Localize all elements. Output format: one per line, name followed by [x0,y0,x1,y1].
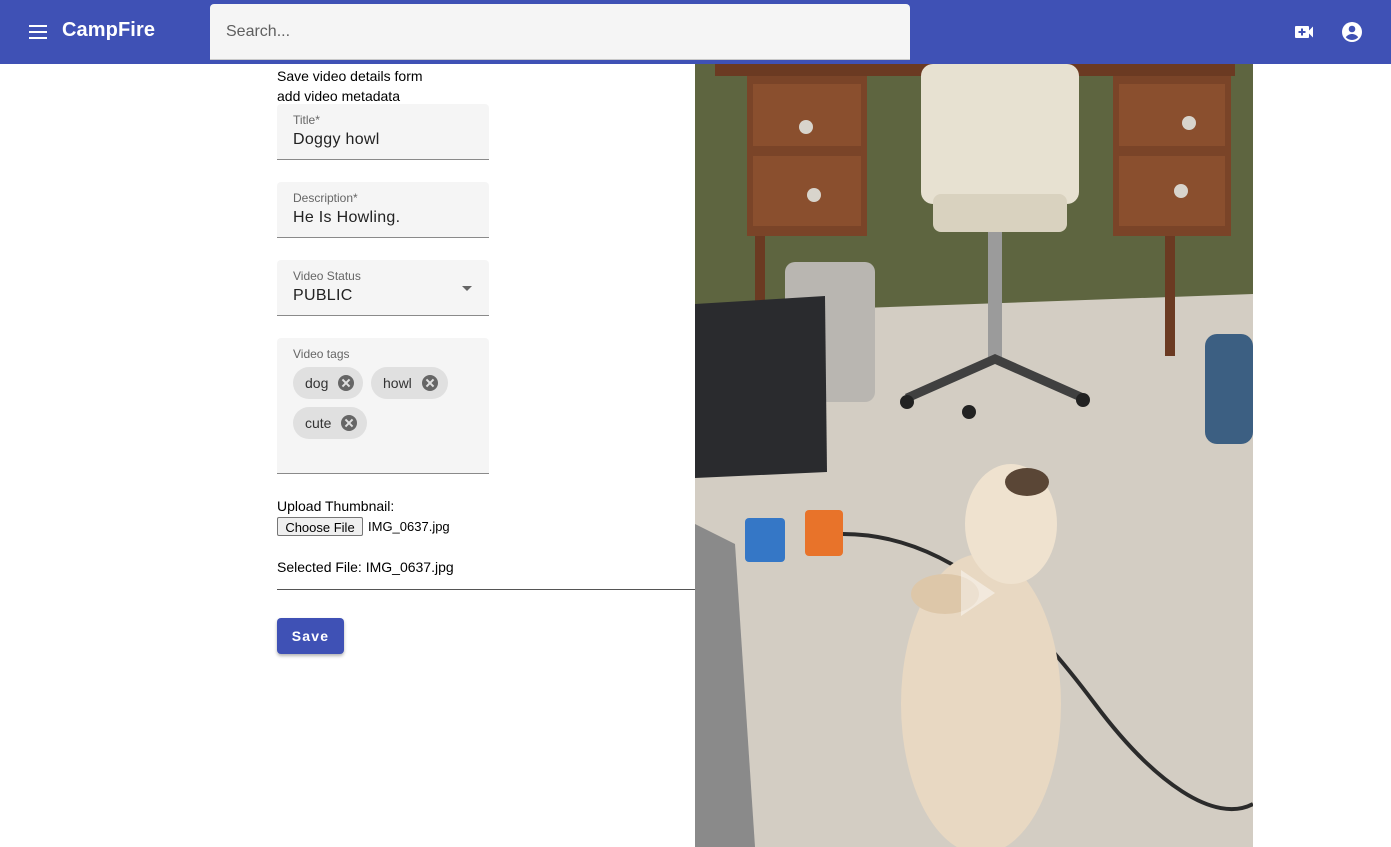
video-status-value[interactable]: PUBLIC [293,287,353,305]
tag-chip-cute[interactable]: cute [293,407,367,439]
app-brand[interactable]: CampFire [62,19,155,42]
description-field[interactable]: Description* He Is Howling. [277,182,489,238]
tag-chip-howl[interactable]: howl [371,367,448,399]
remove-tag-icon[interactable] [421,375,438,391]
upload-thumbnail-label: Upload Thumbnail: [277,498,395,514]
remove-tag-icon[interactable] [338,375,355,391]
video-status-label: Video Status [293,269,361,283]
form-title: Save video details form [277,68,423,84]
app-bar: CampFire [0,0,1391,64]
title-label: Title* [293,113,320,127]
selected-file-text: Selected File: IMG_0637.jpg [277,559,454,575]
tag-chip-label: dog [305,375,329,391]
remove-tag-icon[interactable] [341,415,358,431]
tag-chip-dog[interactable]: dog [293,367,363,399]
menu-icon[interactable] [26,20,50,44]
search-input[interactable] [210,4,910,60]
dropdown-arrow-icon[interactable] [462,286,472,291]
video-frame [695,64,1253,847]
title-field[interactable]: Title* Doggy howl [277,104,489,160]
video-tags-label: Video tags [293,347,350,361]
video-tags-field[interactable]: Video tags dog howl cute [277,338,489,474]
divider [277,589,695,590]
description-label: Description* [293,191,358,205]
video-player[interactable] [695,64,1253,847]
title-value[interactable]: Doggy howl [293,131,380,149]
video-call-icon[interactable] [1292,20,1316,44]
save-button[interactable]: Save [277,618,344,654]
chosen-file-name: IMG_0637.jpg [368,519,450,534]
tag-chip-label: howl [383,375,412,391]
tag-chip-label: cute [305,415,332,431]
form-subtitle: add video metadata [277,88,400,104]
choose-file-button[interactable]: Choose File [277,517,363,536]
description-value[interactable]: He Is Howling. [293,209,400,227]
account-circle-icon[interactable] [1340,20,1364,44]
video-status-select[interactable]: Video Status PUBLIC [277,260,489,316]
form-heading: Save video details form add video metada… [277,66,423,106]
